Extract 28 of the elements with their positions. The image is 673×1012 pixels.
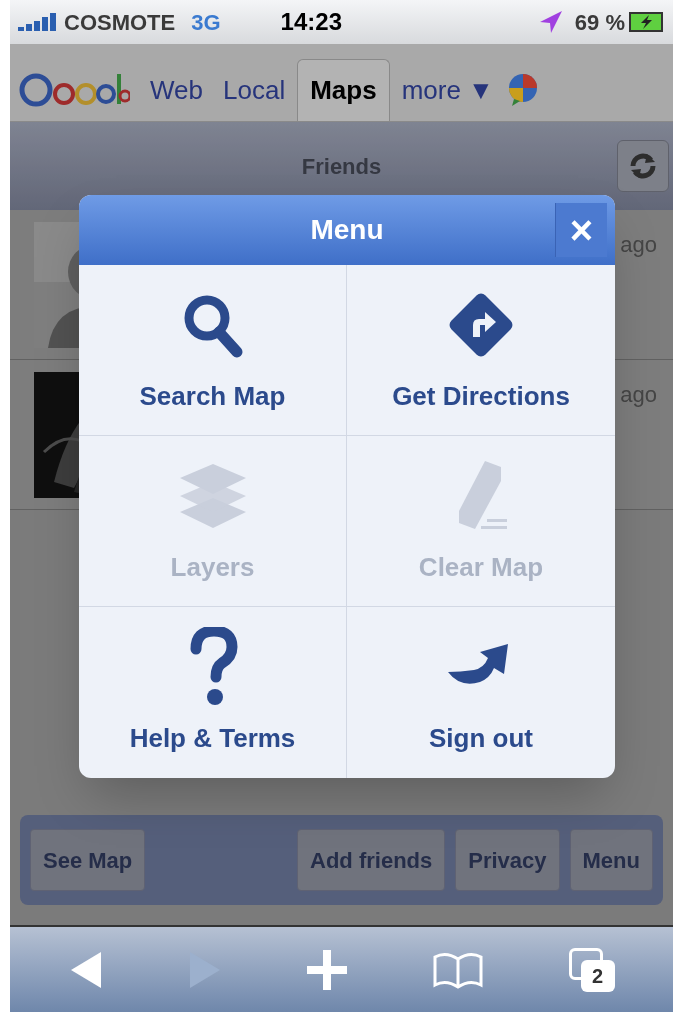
time-ago: ago (620, 381, 657, 409)
nav-tab[interactable]: Web (142, 59, 211, 121)
battery-icon (629, 12, 665, 32)
action-button[interactable]: See Map (30, 829, 146, 891)
nav-tab[interactable]: more ▼ (393, 59, 502, 121)
battery-percent: 69 % (574, 8, 625, 37)
menu-item[interactable]: Search Map (79, 265, 347, 436)
refresh-button[interactable] (617, 140, 669, 192)
menu-item[interactable]: Help & Terms (79, 607, 347, 778)
clock: 14:23 (280, 7, 342, 37)
friends-title: Friends (301, 152, 382, 181)
menu-item[interactable]: Get Directions (347, 265, 615, 436)
action-button[interactable]: Privacy (455, 829, 560, 891)
add-icon[interactable] (306, 949, 347, 990)
close-button[interactable]: × (555, 203, 607, 257)
time-ago: ago (620, 231, 657, 259)
action-button[interactable]: Menu (569, 829, 653, 891)
nav-tab[interactable]: Local (215, 59, 294, 121)
menu-item[interactable]: Sign out (347, 607, 615, 778)
refresh-icon (629, 152, 657, 180)
tabs-count: 2 (591, 963, 604, 989)
nav-tab[interactable]: Maps (297, 59, 390, 121)
carrier-name: COSMOTE (64, 8, 176, 37)
location-arrow-icon (538, 10, 563, 34)
network-type: 3G (191, 8, 221, 37)
bookmarks-icon[interactable] (431, 950, 484, 989)
action-button[interactable]: Add friends (297, 829, 446, 891)
menu-title: Menu (310, 213, 384, 247)
